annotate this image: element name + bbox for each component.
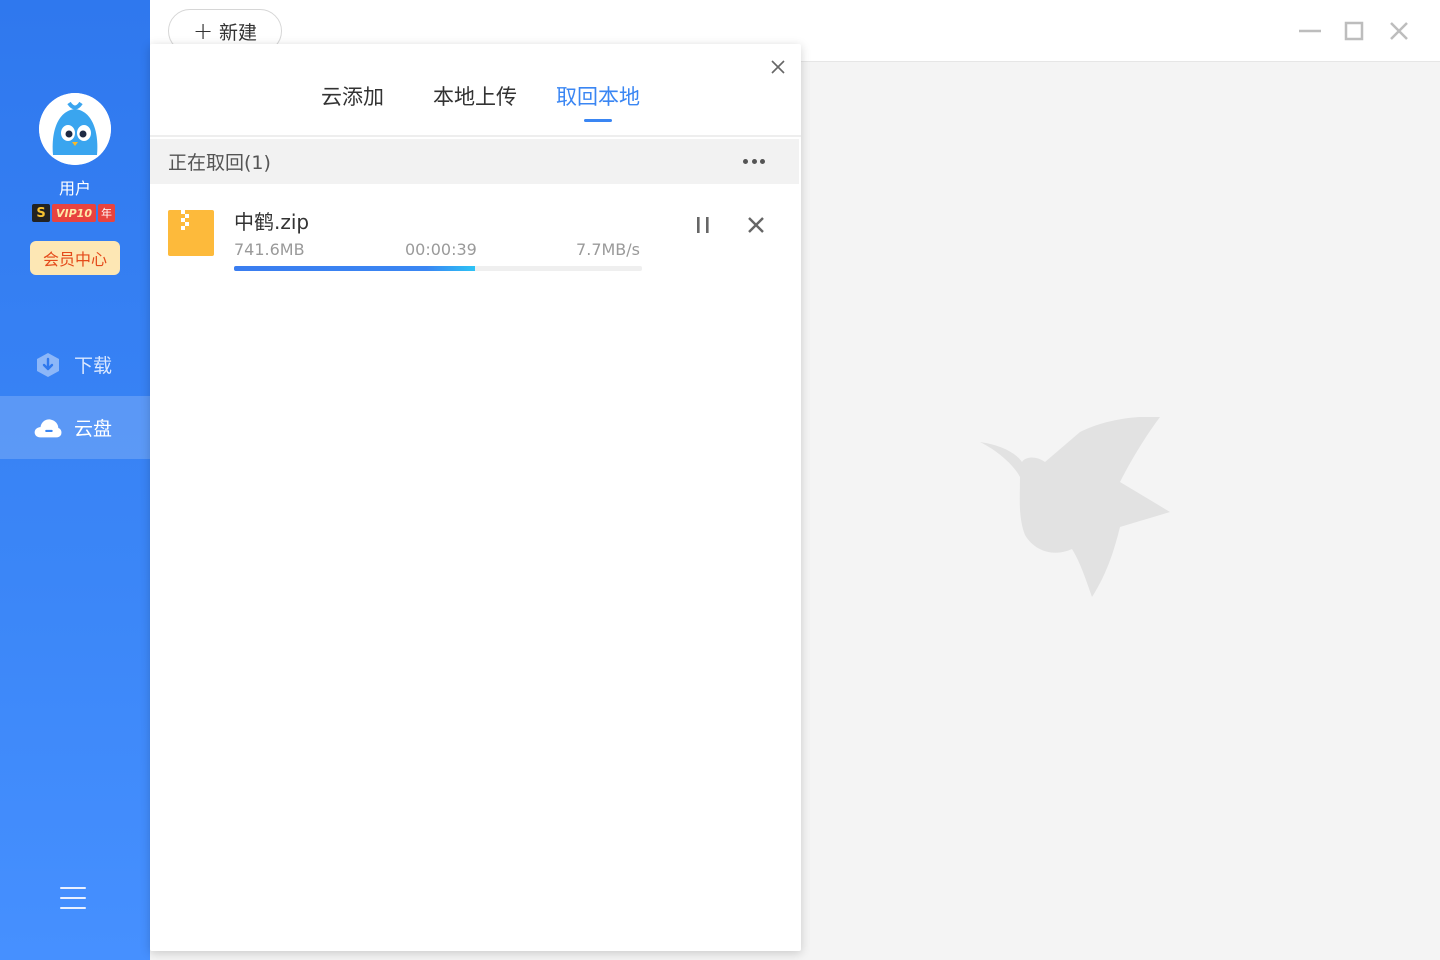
- maximize-icon[interactable]: [1341, 18, 1367, 44]
- tab-local-upload[interactable]: 本地上传: [433, 81, 517, 111]
- close-icon[interactable]: [1386, 18, 1412, 44]
- tab-cloud-add[interactable]: 云添加: [321, 81, 384, 111]
- download-shield-icon: [33, 350, 63, 380]
- hamburger-menu-icon[interactable]: [60, 887, 86, 911]
- zip-file-icon: [168, 210, 214, 256]
- task-row[interactable]: 中鹤.zip 741.6MB 00:00:39 7.7MB/s: [150, 196, 799, 286]
- more-options-icon[interactable]: [743, 159, 765, 165]
- new-button-label: 新建: [219, 21, 258, 44]
- panel-tabs: 云添加 本地上传 取回本地: [150, 44, 801, 137]
- bird-watermark-icon: [980, 416, 1180, 597]
- section-title: 正在取回(1): [168, 152, 271, 174]
- transfer-panel: 云添加 本地上传 取回本地 正在取回(1) 中鹤.zip 741.6MB 00:…: [150, 44, 801, 951]
- minimize-icon[interactable]: [1297, 18, 1323, 44]
- pause-icon[interactable]: [688, 210, 718, 240]
- progress-bar: [234, 266, 642, 271]
- member-center-button[interactable]: 会员中心: [30, 241, 120, 275]
- vip-badge: S VIP10 年: [32, 204, 115, 222]
- sidebar: 用户 S VIP10 年 会员中心 下载 云盘: [0, 0, 150, 960]
- user-name: 用户: [58, 179, 91, 198]
- tab-active-indicator: [584, 119, 612, 122]
- transfer-speed: 7.7MB/s: [576, 240, 640, 259]
- section-header: 正在取回(1): [150, 139, 799, 184]
- cloud-icon: [33, 413, 63, 443]
- sidebar-item-cloud[interactable]: 云盘: [0, 396, 150, 459]
- tab-retrieve-local[interactable]: 取回本地: [556, 81, 640, 111]
- vip-s-badge: S: [32, 204, 50, 222]
- sidebar-item-label: 下载: [74, 355, 113, 377]
- sidebar-item-label: 云盘: [74, 418, 113, 440]
- cancel-task-icon[interactable]: [741, 210, 771, 240]
- plus-icon: +: [192, 17, 214, 45]
- sidebar-item-download[interactable]: 下载: [0, 333, 150, 396]
- vip-year-badge: 年: [97, 204, 115, 222]
- progress-fill: [234, 266, 475, 271]
- file-name: 中鹤.zip: [234, 210, 310, 234]
- avatar[interactable]: [39, 93, 111, 165]
- file-size: 741.6MB: [234, 240, 305, 259]
- vip-level-badge: VIP10: [52, 204, 96, 222]
- time-remaining: 00:00:39: [405, 240, 477, 259]
